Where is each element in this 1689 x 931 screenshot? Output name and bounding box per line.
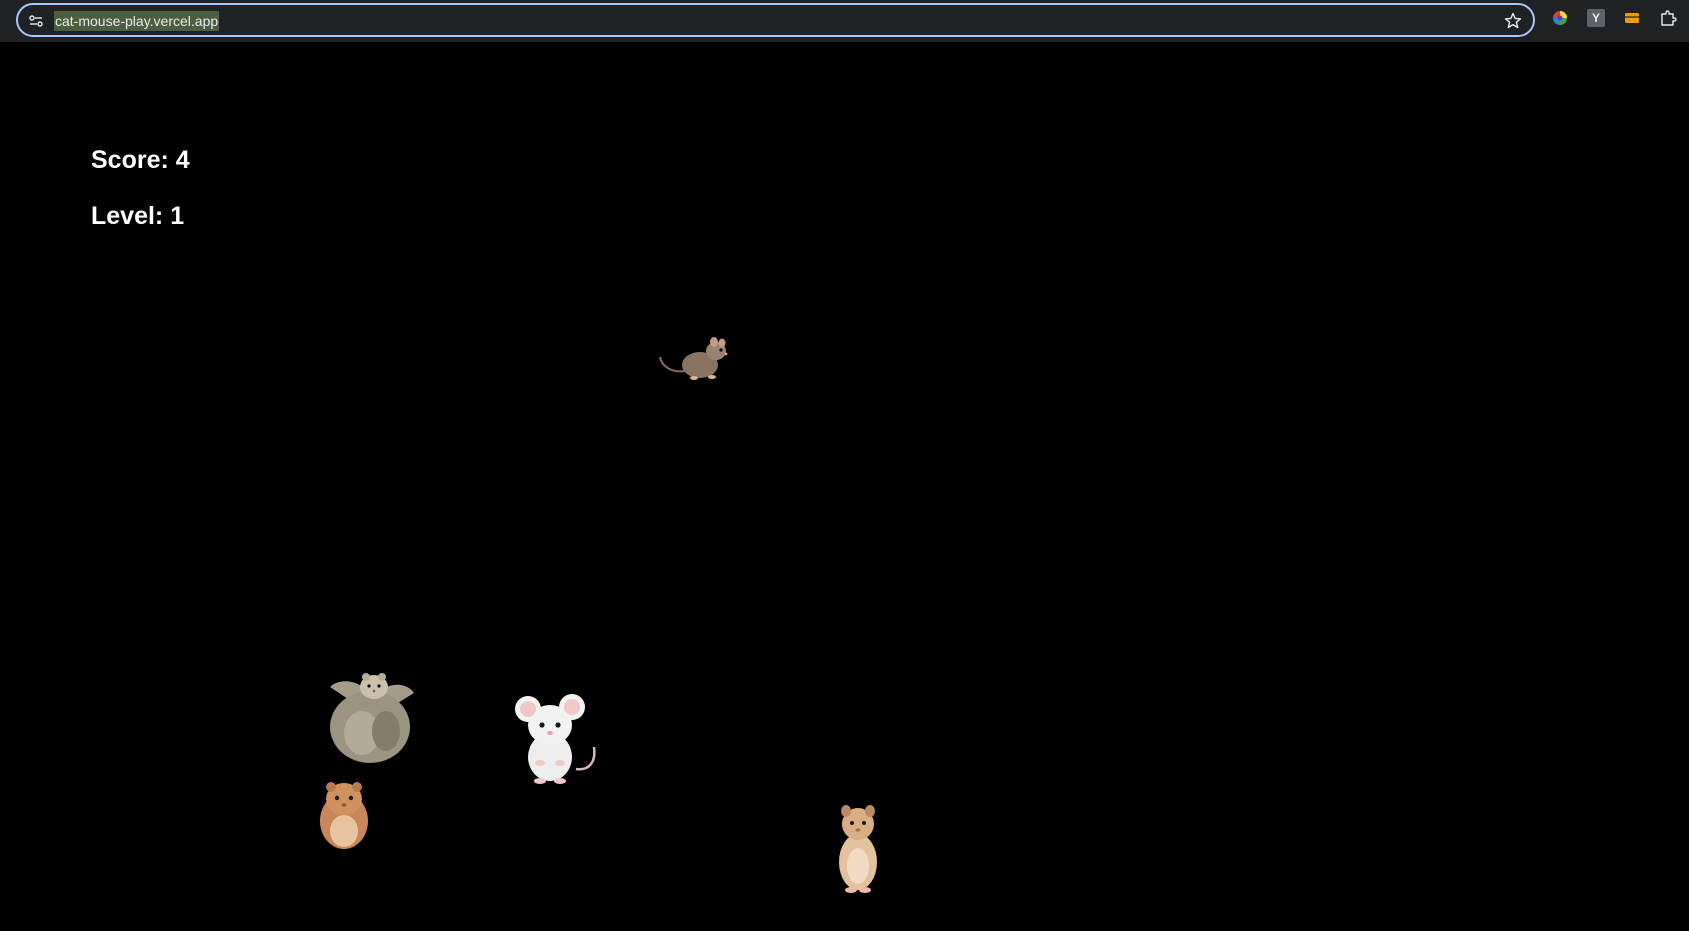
address-bar[interactable]: cat-mouse-play.vercel.app <box>16 3 1535 37</box>
y-extension-icon[interactable]: Y <box>1587 9 1605 27</box>
url-text[interactable]: cat-mouse-play.vercel.app <box>54 11 220 31</box>
game-canvas[interactable]: Score: 4 Level: 1 <box>0 42 1689 931</box>
bookmark-star-icon[interactable] <box>1503 11 1523 31</box>
puzzle-piece-icon[interactable] <box>1659 9 1677 27</box>
white-mouse-sprite[interactable] <box>510 687 602 787</box>
level-label: Level: 1 <box>91 202 185 230</box>
browser-toolbar: cat-mouse-play.vercel.app Y <box>0 0 1689 42</box>
standing-hamster-sprite[interactable] <box>834 804 882 894</box>
site-settings-icon[interactable] <box>28 13 44 29</box>
orange-card-icon[interactable] <box>1623 9 1641 27</box>
orange-hamster-sprite[interactable] <box>316 777 372 851</box>
fluffy-hamster-sprite[interactable] <box>320 667 424 767</box>
brown-mouse-sprite[interactable] <box>658 327 736 385</box>
color-wheel-icon[interactable] <box>1551 9 1569 27</box>
score-label: Score: 4 <box>91 146 190 174</box>
